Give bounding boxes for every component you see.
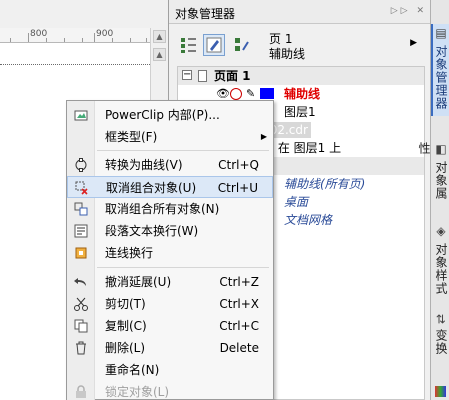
color-docker-icon[interactable] (435, 386, 446, 397)
menu-item-convert-to-curves[interactable]: 转换为曲线(V) Ctrl+Q (67, 154, 273, 176)
docker-tabs: ▤对象管理器 ◧对象属性 ◈对象样式 ⇄变换 (417, 0, 449, 400)
menu-item-lock-object[interactable]: 锁定对象(L) (67, 381, 273, 400)
menu-item-powerclip-inside[interactable]: PowerClip 内部(P)... (67, 104, 273, 126)
current-page-name: 页 1 (269, 32, 293, 46)
ruler-label-900: 900 (96, 29, 114, 39)
panel-menu-arrow-icon[interactable]: ▶ (410, 38, 417, 48)
menu-item-undo-stretch[interactable]: 撤消延展(U) Ctrl+Z (67, 271, 273, 293)
tab-transform[interactable]: ⇄变换 (431, 312, 449, 372)
menu-item-delete[interactable]: 删除(L) Delete (67, 337, 273, 359)
print-disabled-icon[interactable] (230, 88, 242, 100)
panel-toolbar: 页 1 辅助线 ▶ (169, 26, 431, 66)
undo-icon (73, 274, 89, 290)
ruler-label-800: 800 (30, 29, 48, 39)
canvas-top-strip (0, 0, 168, 28)
page-icon (198, 70, 207, 82)
object-manager-tab-icon: ▤ (434, 26, 448, 41)
menu-item-ungroup-all[interactable]: 取消组合所有对象(N) (67, 198, 273, 220)
master-grid-label: 文档网格 (284, 213, 333, 227)
delete-icon (73, 340, 89, 356)
object-properties-tab-icon: ◧ (434, 142, 448, 157)
menu-separator (97, 267, 269, 268)
ungroup-all-icon (73, 201, 89, 217)
menu-item-paragraph-text-wrap[interactable]: 段落文本换行(W) (67, 220, 273, 242)
powerclip-icon (73, 107, 89, 123)
show-properties-icon[interactable] (177, 34, 199, 56)
ungroup-icon (74, 180, 90, 196)
guideline (0, 64, 150, 65)
master-guides-label: 辅助线(所有页) (284, 177, 366, 191)
panel-title-bar: 对象管理器 ▷▷ ✕ (169, 0, 431, 24)
menu-item-connector-wrap[interactable]: 连线换行 (67, 242, 273, 264)
master-desktop-label: 桌面 (284, 195, 309, 209)
copy-icon (73, 318, 89, 334)
scroll-up-icon[interactable]: ▲ (153, 30, 166, 43)
transform-tab-icon: ⇄ (434, 314, 448, 326)
context-menu: PowerClip 内部(P)... 框类型(F) ▶ 转换为曲线(V) Ctr… (66, 100, 274, 400)
submenu-arrow-icon: ▶ (260, 132, 267, 141)
cut-icon (73, 296, 89, 312)
edit-across-layers-icon[interactable] (203, 34, 225, 56)
menu-item-rename[interactable]: 重命名(N) (67, 359, 273, 381)
layer-manager-view-icon[interactable] (231, 34, 253, 56)
tree-page-row[interactable]: − 页面 1 (178, 67, 424, 85)
menu-item-cut[interactable]: 剪切(T) Ctrl+X (67, 293, 273, 315)
panel-title: 对象管理器 (175, 7, 236, 21)
horizontal-ruler[interactable]: 800 900 (0, 28, 150, 43)
current-page-info: 页 1 辅助线 (269, 32, 305, 62)
connector-wrap-icon (73, 245, 89, 261)
tab-object-styles[interactable]: ◈对象样式 (431, 222, 449, 298)
lock-icon (73, 384, 89, 400)
panel-controls[interactable]: ▷▷ ✕ (391, 6, 427, 16)
object-styles-tab-icon: ◈ (434, 224, 448, 239)
scroll-up-arrow-icon[interactable]: ▲ (153, 48, 166, 61)
layer-color-swatch[interactable] (260, 88, 274, 99)
collapse-icon[interactable]: − (182, 70, 192, 80)
tab-object-manager[interactable]: ▤对象管理器 (431, 24, 449, 116)
menu-item-frame-type[interactable]: 框类型(F) ▶ (67, 126, 273, 148)
tree-page-label: 页面 1 (214, 69, 251, 83)
tab-object-properties[interactable]: ◧对象属性 (417, 140, 449, 210)
tree-guides-label: 辅助线 (284, 87, 321, 101)
tree-layer1-label: 图层1 (284, 105, 316, 119)
current-layer-name: 辅助线 (269, 47, 306, 61)
paragraph-wrap-icon (73, 223, 89, 239)
menu-item-copy[interactable]: 复制(C) Ctrl+C (67, 315, 273, 337)
menu-separator (97, 150, 269, 151)
menu-item-ungroup[interactable]: 取消组合对象(U) Ctrl+U (67, 176, 273, 198)
convert-curve-icon (73, 157, 89, 173)
